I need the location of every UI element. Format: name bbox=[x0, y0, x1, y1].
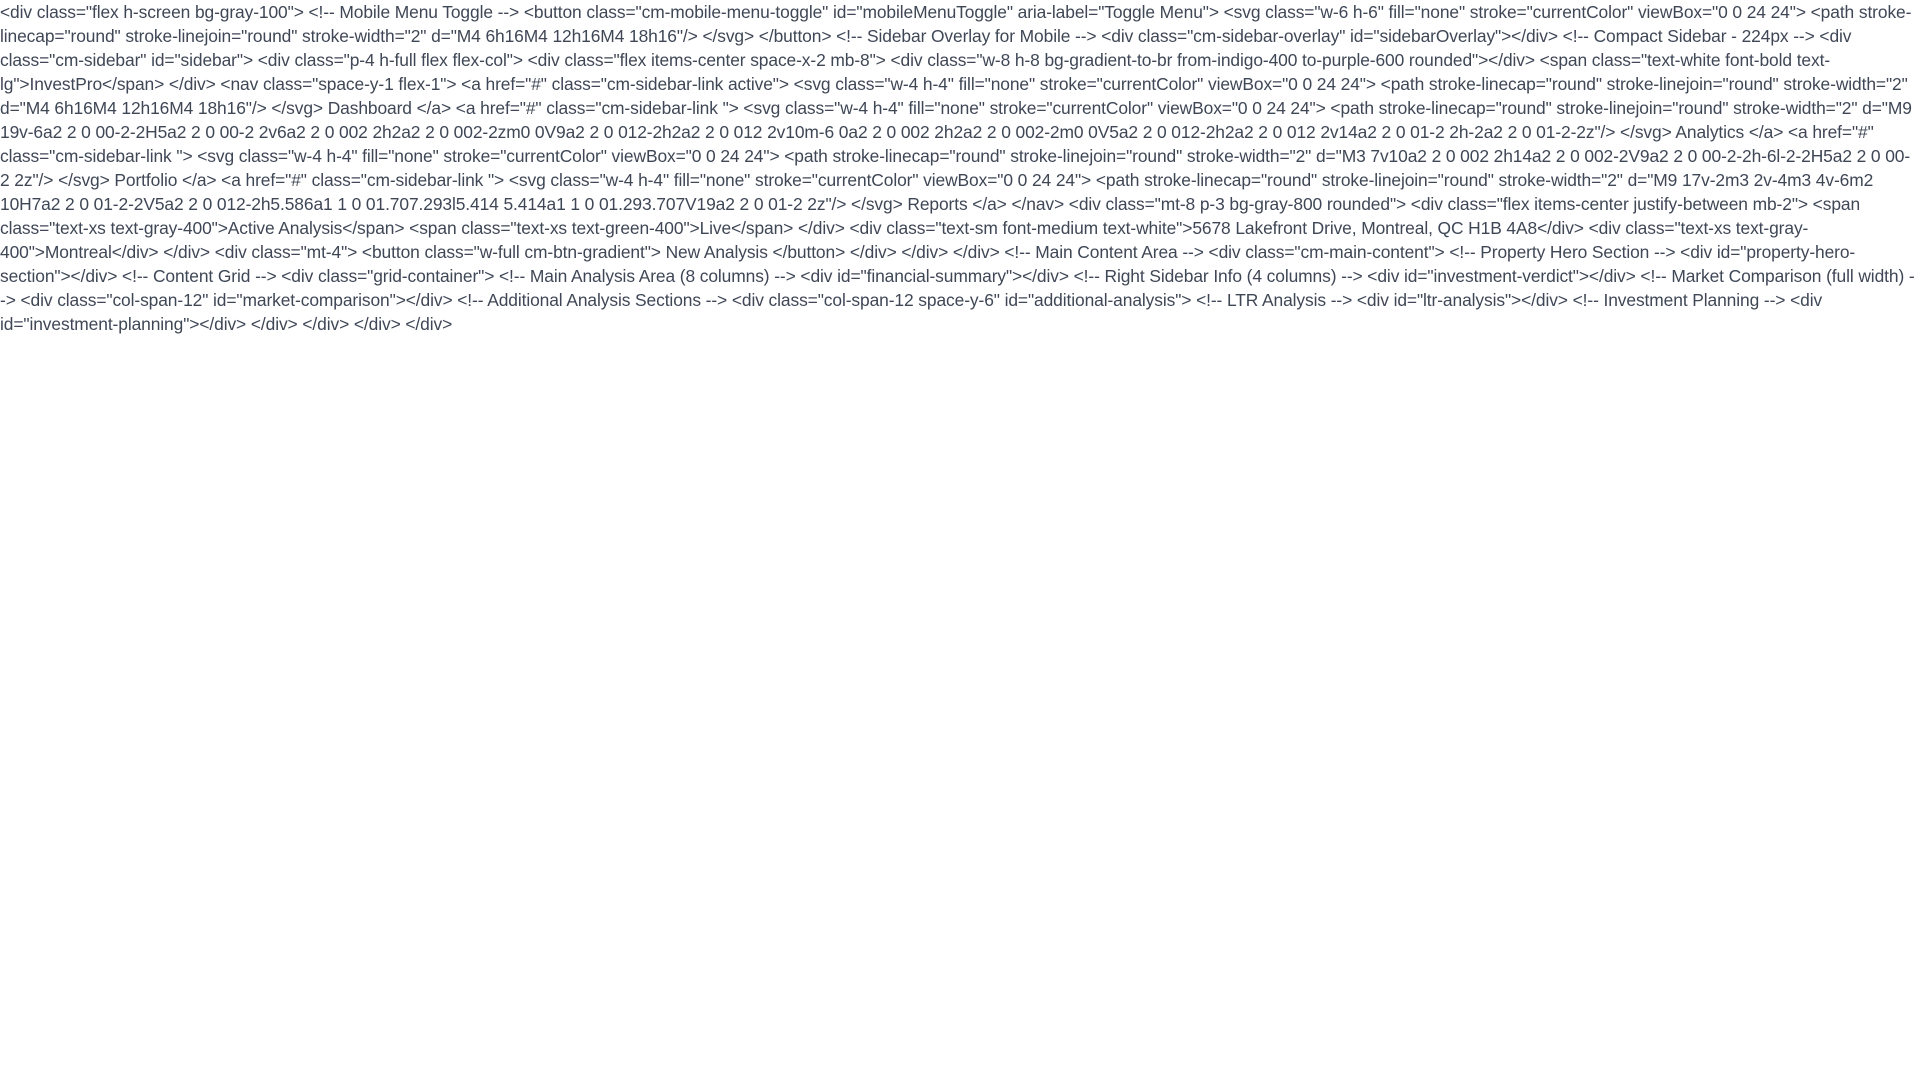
raw-markup-text: <div class="flex h-screen bg-gray-100"> … bbox=[0, 2, 1915, 334]
page-canvas: <div class="flex h-screen bg-gray-100"> … bbox=[0, 0, 1920, 1080]
